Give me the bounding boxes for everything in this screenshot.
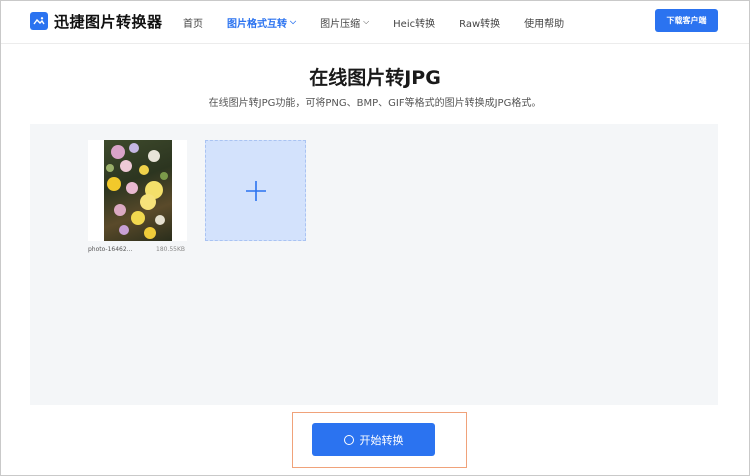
nav-label: Raw转换	[459, 18, 501, 30]
file-thumbnail[interactable]	[88, 140, 187, 241]
start-convert-button[interactable]: 开始转换	[312, 423, 435, 456]
page-subtitle: 在线图片转JPG功能，可将PNG、BMP、GIF等格式的图片转换成JPG格式。	[208, 98, 542, 109]
top-header: 迅捷图片转换器 首页 图片格式互转 ⌵ 图片压缩 ⌵ Heic转换 Raw转换 …	[0, 0, 750, 44]
logo-text: 迅捷图片转换器	[54, 12, 163, 31]
nav-item-format-convert[interactable]: 图片格式互转 ⌵	[227, 15, 296, 30]
chevron-down-icon: ⌵	[363, 17, 370, 26]
logo[interactable]: 迅捷图片转换器	[30, 11, 163, 31]
start-convert-label: 开始转换	[359, 433, 404, 447]
nav-item-raw[interactable]: Raw转换	[459, 15, 500, 30]
download-client-button[interactable]: 下载客户端	[655, 9, 718, 32]
page-title: 在线图片转JPG	[309, 67, 441, 89]
chevron-down-icon: ⌵	[290, 17, 297, 26]
main-nav: 首页 图片格式互转 ⌵ 图片压缩 ⌵ Heic转换 Raw转换 使用帮助	[183, 14, 588, 30]
add-image-button[interactable]	[205, 140, 306, 241]
nav-item-home[interactable]: 首页	[183, 15, 203, 30]
nav-label: Heic转换	[393, 18, 436, 30]
flower-photo	[103, 140, 172, 241]
nav-label: 使用帮助	[524, 18, 565, 30]
nav-item-help[interactable]: 使用帮助	[524, 15, 564, 30]
plus-icon	[245, 180, 266, 201]
nav-label: 图片格式互转	[227, 18, 287, 30]
nav-label: 图片压缩	[320, 18, 361, 30]
nav-label: 首页	[183, 18, 203, 30]
circle-icon	[343, 434, 354, 445]
image-logo-icon	[30, 12, 48, 30]
file-size: 180.55KB	[156, 246, 186, 253]
nav-item-compress[interactable]: 图片压缩 ⌵	[320, 15, 369, 30]
file-name: photo-16462...	[88, 246, 133, 253]
nav-item-heic[interactable]: Heic转换	[393, 15, 435, 30]
